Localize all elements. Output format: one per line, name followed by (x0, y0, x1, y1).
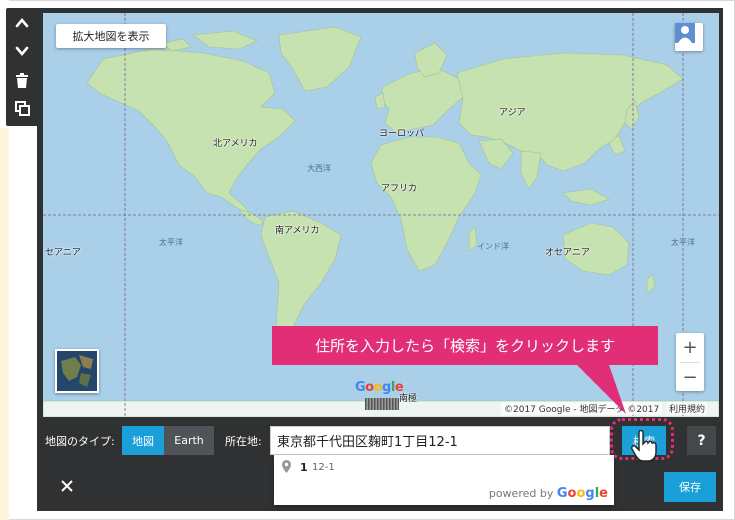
map-type-earth-button[interactable]: Earth (164, 426, 214, 455)
duplicate-button[interactable] (11, 97, 33, 119)
enlarge-map-button[interactable]: 拡大地図を表示 (56, 24, 166, 48)
terms-link[interactable]: 利用規約 (667, 402, 708, 415)
close-icon (61, 480, 73, 492)
continent-label-europe: ヨーロッパ (379, 129, 425, 139)
powered-by-google-logo: Google (556, 486, 608, 501)
delete-button[interactable] (11, 69, 33, 91)
continent-label-oceania-left: セアニア (45, 248, 81, 258)
ocean-label-pacific-right: 太平洋 (671, 238, 695, 247)
trash-icon (16, 72, 28, 88)
zoom-in-button[interactable]: + (676, 333, 704, 362)
powered-by-label: powered by (488, 487, 554, 500)
page-margin-highlight (0, 128, 9, 520)
map-scale-pattern (365, 398, 399, 410)
satellite-toggle-thumbnail[interactable] (55, 349, 99, 393)
hand-pointer-icon (631, 430, 657, 462)
address-input[interactable] (270, 426, 610, 455)
zoom-out-button[interactable]: − (676, 363, 704, 392)
move-up-button[interactable] (11, 12, 33, 34)
continent-label-south-america: 南アメリカ (275, 226, 320, 236)
chevron-up-icon (15, 17, 29, 28)
street-view-button[interactable] (675, 23, 703, 51)
continent-label-north-america: 北アメリカ (213, 139, 258, 149)
address-label: 所在地: (225, 435, 262, 448)
map-type-map-button[interactable]: 地図 (122, 426, 164, 455)
block-toolbar (6, 8, 37, 126)
chevron-down-icon (15, 46, 29, 57)
ocean-label-indian: インド洋 (477, 242, 509, 251)
move-down-button[interactable] (11, 40, 33, 62)
zoom-control: + − (676, 333, 704, 391)
continent-label-africa: アフリカ (381, 184, 418, 194)
continent-label-asia: アジア (499, 108, 526, 118)
map-type-label: 地図のタイプ: (45, 435, 115, 448)
ocean-label-pacific-left: 太平洋 (159, 238, 183, 247)
pegman-icon (675, 23, 695, 43)
suggestion-text: 12-1 (312, 462, 335, 473)
close-button[interactable] (55, 474, 79, 498)
copy-icon (14, 100, 30, 116)
callout-pointer (574, 362, 626, 414)
powered-by-google: powered by Google (489, 486, 608, 501)
save-button[interactable]: 保存 (664, 472, 716, 502)
continent-label-oceania: オセアニア (545, 248, 590, 258)
address-suggestions: 1 12-1 powered by Google (274, 455, 614, 505)
map-pin-icon (282, 460, 291, 473)
suggestion-match: 1 (300, 461, 308, 474)
instruction-callout: 住所を入力したら「検索」をクリックします (272, 326, 658, 365)
suggestion-item[interactable]: 1 12-1 (274, 455, 614, 479)
help-button[interactable]: ? (687, 426, 716, 455)
ocean-label-atlantic: 大西洋 (307, 164, 331, 173)
google-logo: Google (355, 380, 404, 395)
satellite-preview-image (57, 351, 97, 391)
